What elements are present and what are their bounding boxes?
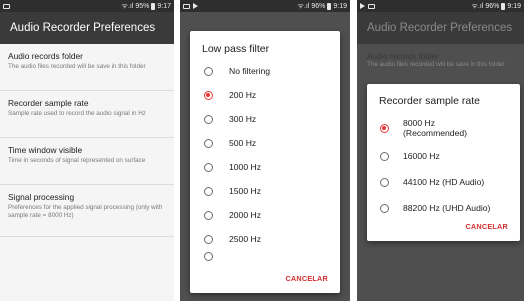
radio-button <box>204 114 213 124</box>
radio-option[interactable]: 300 Hz <box>190 107 340 131</box>
low-pass-filter-dialog: Low pass filter No filtering 200 Hz 300 Hz… <box>190 31 340 293</box>
clock: 9:19 <box>333 2 347 10</box>
pref-time-window[interactable]: Time window visible Time in seconds of s… <box>0 138 174 185</box>
radio-button <box>204 162 213 172</box>
pref-summary: The audio files recorded will be save in… <box>8 63 146 70</box>
pref-signal-processing[interactable]: Signal processing Preferences for the ap… <box>0 185 174 237</box>
radio-option[interactable]: 1000 Hz <box>190 155 340 179</box>
radio-option[interactable]: 2000 Hz <box>190 203 340 227</box>
dialog-title: Low pass filter <box>202 43 270 55</box>
sample-rate-screen: ᯤ.ıl 96% 9:19 Audio Recorder Preferences… <box>357 0 524 301</box>
radio-button <box>204 234 213 244</box>
pref-summary: Time in seconds of signal represented on… <box>8 157 146 164</box>
radio-option[interactable]: 16000 Hz <box>367 143 520 169</box>
option-label: 8000 Hz (Recommended) <box>403 117 467 138</box>
radio-option[interactable]: 88200 Hz (UHD Audio) <box>367 195 520 221</box>
sample-rate-dialog: Recorder sample rate 8000 Hz (Recommende… <box>367 84 520 241</box>
option-label: 16000 Hz <box>403 150 440 161</box>
battery-percent: 96% <box>485 2 500 10</box>
radio-option[interactable]: 200 Hz <box>190 83 340 107</box>
pref-summary: Sample rate used to record the audio sig… <box>8 110 146 117</box>
status-bar: ᯤ.ıl 96% 9:19 <box>180 0 350 12</box>
radio-option[interactable]: 1500 Hz <box>190 179 340 203</box>
signal-icon: ᯤ.ıl <box>121 2 134 10</box>
radio-button-selected <box>380 123 389 133</box>
radio-button-selected <box>204 90 213 100</box>
option-label: 500 Hz <box>229 137 257 148</box>
radio-option[interactable]: 44100 Hz (HD Audio) <box>367 169 520 195</box>
pref-title: Recorder sample rate <box>8 98 89 108</box>
play-notification-icon <box>193 3 198 9</box>
gallery-notification-icon <box>3 3 10 9</box>
clock: 9:19 <box>507 2 521 10</box>
preferences-screen: ᯤ.ıl 95% 9:17 Audio Recorder Preferences… <box>0 0 174 301</box>
option-label: 1000 Hz <box>229 161 262 172</box>
cancel-button[interactable]: CANCELAR <box>465 222 508 231</box>
pref-sample-rate[interactable]: Recorder sample rate Sample rate used to… <box>0 91 174 138</box>
radio-option[interactable]: 500 Hz <box>190 131 340 155</box>
radio-button <box>380 177 389 187</box>
pref-records-folder: Audio records folder The audio files rec… <box>357 44 524 77</box>
dialog-title: Recorder sample rate <box>379 95 480 107</box>
radio-button <box>204 210 213 220</box>
option-label: 300 Hz <box>229 113 257 124</box>
page-title: Audio Recorder Preferences <box>367 22 513 34</box>
status-bar: ᯤ.ıl 96% 9:19 <box>357 0 524 12</box>
option-label: 2500 Hz <box>229 233 262 244</box>
app-bar: Audio Recorder Preferences <box>357 12 524 44</box>
battery-icon <box>501 2 506 10</box>
status-bar: ᯤ.ıl 95% 9:17 <box>0 0 174 12</box>
option-label: 1500 Hz <box>229 185 262 196</box>
option-label: 44100 Hz (HD Audio) <box>403 176 485 187</box>
pref-title: Signal processing <box>8 192 75 202</box>
battery-percent: 96% <box>311 2 326 10</box>
page-title: Audio Recorder Preferences <box>10 22 156 34</box>
clock: 9:17 <box>157 2 171 10</box>
low-pass-filter-screen: ᯤ.ıl 96% 9:19 Low pass filter No filteri… <box>180 0 350 301</box>
cancel-button[interactable]: CANCELAR <box>285 274 328 283</box>
radio-button <box>204 251 213 261</box>
pref-summary: Preferences for the applied signal proce… <box>8 204 163 220</box>
pref-title: Time window visible <box>8 145 83 155</box>
gallery-notification-icon <box>183 3 190 9</box>
battery-percent: 95% <box>135 2 150 10</box>
battery-icon <box>327 2 332 10</box>
app-bar: Audio Recorder Preferences <box>0 12 174 44</box>
battery-icon <box>151 2 156 10</box>
option-label: No filtering <box>229 65 271 76</box>
radio-button <box>204 138 213 148</box>
radio-button <box>380 151 389 161</box>
pref-title: Audio records folder <box>8 51 83 61</box>
option-label: 88200 Hz (UHD Audio) <box>403 202 491 213</box>
signal-icon: ᯤ.ıl <box>297 2 310 10</box>
radio-option[interactable]: 8000 Hz (Recommended) <box>367 113 520 143</box>
radio-button <box>204 186 213 196</box>
signal-icon: ᯤ.ıl <box>471 2 484 10</box>
pref-title: Audio records folder <box>367 52 439 61</box>
radio-button <box>204 66 213 76</box>
radio-button <box>380 203 389 213</box>
pref-records-folder[interactable]: Audio records folder The audio files rec… <box>0 44 174 91</box>
option-label: 2000 Hz <box>229 209 262 220</box>
radio-option[interactable]: No filtering <box>190 59 340 83</box>
radio-option[interactable]: 2500 Hz <box>190 227 340 251</box>
play-notification-icon <box>360 3 365 9</box>
gallery-notification-icon <box>368 3 375 9</box>
pref-summary: The audio files recorded will be save in… <box>367 61 505 68</box>
radio-option-partial[interactable] <box>190 251 340 261</box>
option-label: 200 Hz <box>229 89 257 100</box>
